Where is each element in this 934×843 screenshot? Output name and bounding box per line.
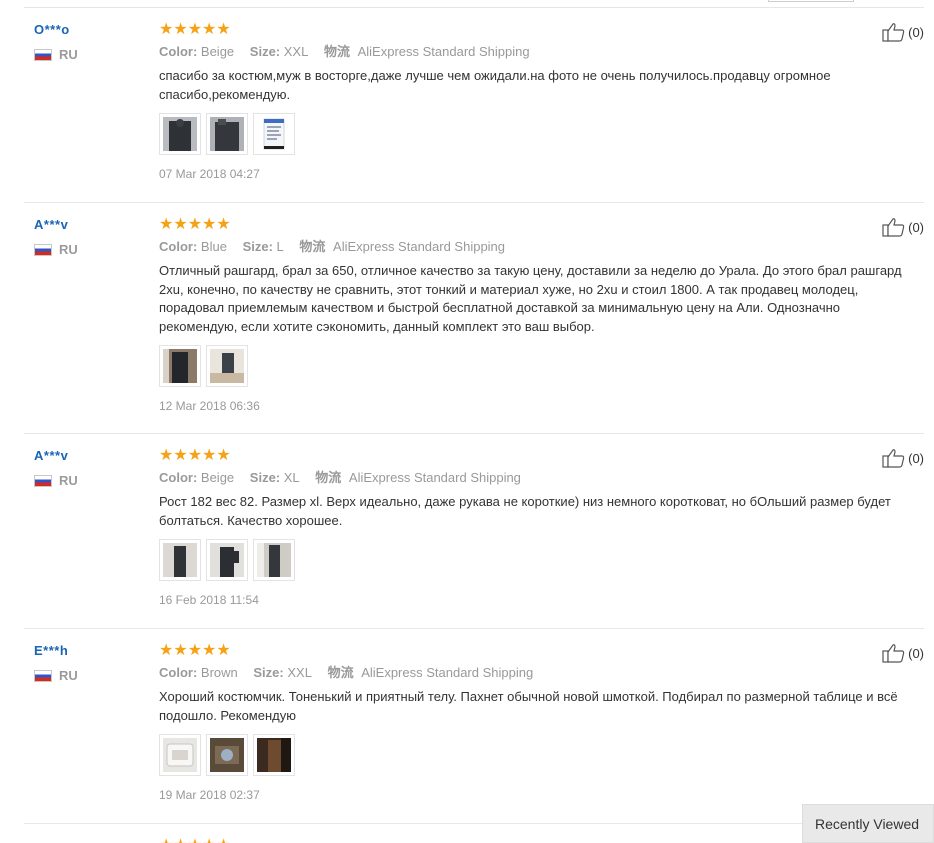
- reviewer-country: RU: [34, 242, 144, 257]
- country-code: RU: [59, 668, 78, 683]
- review-text: Отличный рашгард, брал за 650, отличное …: [159, 263, 902, 334]
- star-rating: ★★★★★: [159, 216, 231, 233]
- review-content: ★★★★★ Color: Brown Size: XXL 物流 AliExpre…: [159, 629, 924, 815]
- thumbs-up-icon: [882, 449, 905, 468]
- review-item: O***o RU ★★★★★ Color: Beige Size: XXL 物流…: [24, 8, 924, 203]
- helpful-button[interactable]: (0): [882, 217, 924, 237]
- thumbs-up-icon: [882, 23, 905, 42]
- helpful-count: (0): [908, 219, 924, 235]
- color-value: Blue: [200, 239, 227, 254]
- review-photo-thumbnail[interactable]: [159, 113, 201, 155]
- order-attributes: Color: Blue Size: L 物流 AliExpress Standa…: [159, 238, 924, 256]
- pagination-stub: [768, 0, 854, 2]
- star-rating: ★★★★★: [159, 447, 231, 464]
- review-date: 12 Mar 2018 06:36: [159, 399, 260, 413]
- color-label: Color:: [159, 470, 198, 485]
- helpful-button[interactable]: (0): [882, 643, 924, 663]
- review-photo-thumbnail[interactable]: [159, 539, 201, 581]
- reviewer-country: RU: [34, 47, 144, 62]
- helpful-count: (0): [908, 645, 924, 661]
- size-value: XXL: [287, 665, 312, 680]
- color-value: Beige: [200, 44, 235, 59]
- review-photo-thumbnail[interactable]: [253, 539, 295, 581]
- review-photo-thumbnail[interactable]: [206, 345, 248, 387]
- russia-flag-icon: [34, 474, 52, 487]
- logistics-label: 物流: [323, 44, 350, 59]
- shipping-value: AliExpress Standard Shipping: [333, 239, 506, 254]
- reviewer-country: RU: [34, 473, 144, 488]
- review-item: E***h RU ★★★★★ Color: Brown Size: XXL 物流…: [24, 629, 924, 824]
- recently-viewed-button[interactable]: Recently Viewed: [802, 804, 934, 843]
- logistics-label: 物流: [299, 239, 326, 254]
- review-photo-thumbnail[interactable]: [159, 345, 201, 387]
- reviewer-name[interactable]: A***v: [34, 448, 144, 463]
- color-value: Beige: [200, 470, 235, 485]
- size-label: Size:: [249, 44, 281, 59]
- order-attributes: Color: Beige Size: XXL 物流 AliExpress Sta…: [159, 43, 924, 61]
- review-content: ★★★★★ Color: Blue Size: L 物流 AliExpress …: [159, 203, 924, 426]
- review-photo-thumbnail[interactable]: [206, 113, 248, 155]
- size-label: Size:: [253, 665, 284, 680]
- size-value: XXL: [283, 44, 309, 59]
- shipping-value: AliExpress Standard Shipping: [348, 470, 521, 485]
- star-rating: ★★★★★: [159, 21, 231, 38]
- reviewer-info: E***h RU: [34, 643, 144, 683]
- review-item: A***v RU ★★★★★ Color: Blue Size: L 物流 Al…: [24, 203, 924, 434]
- review-date: 16 Feb 2018 11:54: [159, 593, 259, 607]
- reviewer-name[interactable]: O***o: [34, 22, 144, 37]
- reviewer-country: RU: [34, 668, 144, 683]
- country-code: RU: [59, 242, 78, 257]
- helpful-count: (0): [908, 450, 924, 466]
- logistics-label: 物流: [327, 665, 354, 680]
- review-item: A***v RU ★★★★★ Color: Beige Size: XL 物流 …: [24, 434, 924, 629]
- shipping-value: AliExpress Standard Shipping: [357, 44, 530, 59]
- review-photos: [159, 734, 924, 776]
- reviewer-info: A***v RU: [34, 448, 144, 488]
- thumbs-up-icon: [882, 644, 905, 663]
- color-label: Color:: [159, 44, 198, 59]
- country-code: RU: [59, 47, 78, 62]
- review-text: спасибо за костюм,муж в восторге,даже лу…: [159, 68, 831, 102]
- order-attributes: Color: Beige Size: XL 物流 AliExpress Stan…: [159, 469, 924, 487]
- review-item: ★★★★★: [24, 824, 924, 843]
- shipping-value: AliExpress Standard Shipping: [361, 665, 534, 680]
- review-photo-thumbnail[interactable]: [206, 539, 248, 581]
- russia-flag-icon: [34, 48, 52, 61]
- thumbs-up-icon: [882, 218, 905, 237]
- review-content: ★★★★★ Color: Beige Size: XXL 物流 AliExpre…: [159, 8, 924, 194]
- reviewer-info: O***o RU: [34, 22, 144, 62]
- reviewer-info: A***v RU: [34, 217, 144, 257]
- review-photo-thumbnail[interactable]: [253, 734, 295, 776]
- size-value: L: [276, 239, 284, 254]
- review-photos: [159, 539, 924, 581]
- review-content: ★★★★★ Color: Beige Size: XL 物流 AliExpres…: [159, 434, 924, 620]
- review-photos: [159, 113, 924, 155]
- size-label: Size:: [249, 470, 281, 485]
- color-label: Color:: [159, 665, 198, 680]
- helpful-count: (0): [908, 24, 924, 40]
- star-rating: ★★★★★: [159, 642, 231, 659]
- review-text: Рост 182 вес 82. Размер xl. Верх идеальн…: [159, 494, 891, 528]
- review-photo-thumbnail[interactable]: [159, 734, 201, 776]
- review-photos: [159, 345, 924, 387]
- order-attributes: Color: Brown Size: XXL 物流 AliExpress Sta…: [159, 664, 924, 682]
- size-label: Size:: [242, 239, 273, 254]
- review-photo-thumbnail[interactable]: [206, 734, 248, 776]
- russia-flag-icon: [34, 243, 52, 256]
- country-code: RU: [59, 473, 78, 488]
- color-value: Brown: [200, 665, 238, 680]
- helpful-button[interactable]: (0): [882, 448, 924, 468]
- color-label: Color:: [159, 239, 198, 254]
- review-text: Хороший костюмчик. Тоненький и приятный …: [159, 689, 898, 723]
- russia-flag-icon: [34, 669, 52, 682]
- reviewer-name[interactable]: A***v: [34, 217, 144, 232]
- reviewer-name[interactable]: E***h: [34, 643, 144, 658]
- size-value: XL: [283, 470, 300, 485]
- feedback-list: O***o RU ★★★★★ Color: Beige Size: XXL 物流…: [24, 8, 924, 843]
- review-date: 07 Mar 2018 04:27: [159, 167, 260, 181]
- logistics-label: 物流: [315, 470, 342, 485]
- review-photo-thumbnail[interactable]: [253, 113, 295, 155]
- helpful-button[interactable]: (0): [882, 22, 924, 42]
